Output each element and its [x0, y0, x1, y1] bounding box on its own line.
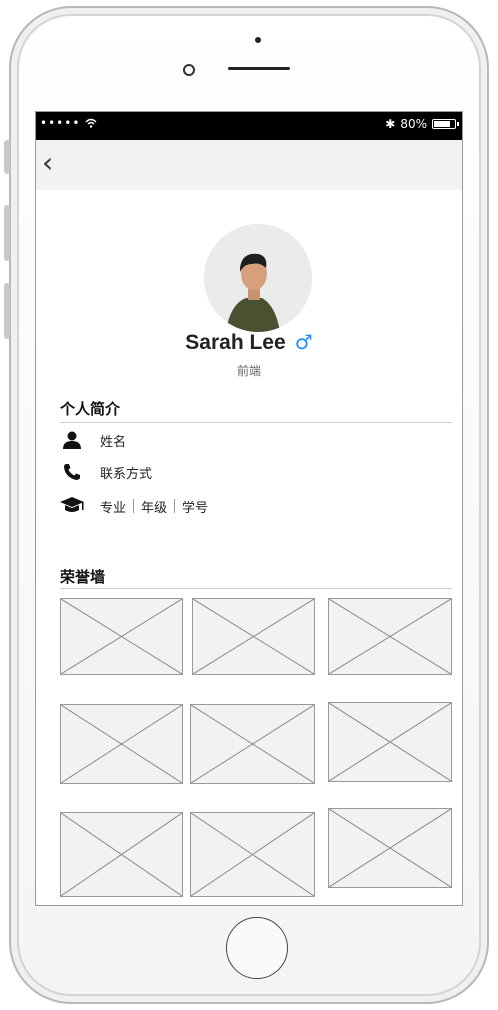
signal-indicator: ••••• — [40, 116, 97, 130]
image-placeholder-icon — [191, 705, 314, 783]
honor-image-placeholder[interactable] — [60, 598, 183, 675]
user-icon — [60, 430, 84, 450]
honor-image-placeholder[interactable] — [60, 812, 183, 897]
honor-divider — [60, 588, 452, 589]
image-placeholder-icon — [329, 809, 451, 887]
graduation-cap-icon — [60, 496, 84, 516]
front-camera — [183, 64, 195, 76]
major-label: 专业 — [100, 500, 127, 516]
education-row: 专业 年级 学号 — [60, 496, 208, 516]
name-label: 姓名 — [100, 434, 127, 450]
wifi-icon — [85, 118, 97, 128]
honor-image-placeholder[interactable] — [190, 704, 315, 784]
image-placeholder-icon — [193, 599, 314, 674]
honor-image-placeholder[interactable] — [328, 598, 452, 675]
mute-switch — [4, 140, 10, 174]
image-placeholder-icon — [329, 599, 451, 674]
honor-image-placeholder[interactable] — [190, 812, 315, 897]
battery-icon — [432, 119, 459, 129]
name-row: 姓名 — [60, 430, 126, 450]
contact-label: 联系方式 — [100, 466, 153, 482]
intro-divider — [60, 422, 452, 423]
home-button[interactable] — [226, 917, 288, 979]
honor-image-placeholder[interactable] — [60, 704, 183, 784]
back-button[interactable]: ‹ — [42, 146, 53, 179]
image-placeholder-icon — [61, 599, 182, 674]
honor-image-placeholder[interactable] — [328, 808, 452, 888]
image-placeholder-icon — [61, 705, 182, 783]
earpiece-speaker — [228, 67, 290, 70]
honor-image-placeholder[interactable] — [192, 598, 315, 675]
signal-dots: ••••• — [40, 116, 86, 130]
male-gender-icon: ♂ — [294, 330, 313, 354]
status-bar: ••••• ✱ 80% — [36, 112, 462, 140]
volume-down-button — [4, 283, 10, 339]
volume-up-button — [4, 205, 10, 261]
user-name: Sarah Lee — [185, 331, 286, 354]
navigation-bar: ‹ — [36, 140, 462, 190]
battery-percentage: 80% — [400, 117, 427, 131]
divider — [174, 499, 176, 513]
image-placeholder-icon — [191, 813, 314, 896]
student-id-label: 学号 — [182, 500, 209, 516]
avatar-photo — [204, 224, 312, 332]
phone-icon — [60, 462, 84, 482]
proximity-sensor — [255, 37, 261, 43]
grade-label: 年级 — [141, 500, 168, 516]
avatar[interactable] — [204, 224, 312, 332]
honor-section-title: 荣誉墙 — [60, 568, 106, 586]
image-placeholder-icon — [61, 813, 182, 896]
image-placeholder-icon — [329, 703, 451, 781]
user-role: 前端 — [236, 364, 261, 378]
screen: ••••• ✱ 80% ‹ Sarah Lee ♂ 前端 个人简介 姓名 联系方… — [35, 111, 463, 906]
divider — [133, 499, 135, 513]
intro-section-title: 个人简介 — [60, 400, 121, 418]
bluetooth-icon: ✱ — [385, 117, 396, 131]
honor-image-placeholder[interactable] — [328, 702, 452, 782]
contact-row: 联系方式 — [60, 462, 152, 482]
